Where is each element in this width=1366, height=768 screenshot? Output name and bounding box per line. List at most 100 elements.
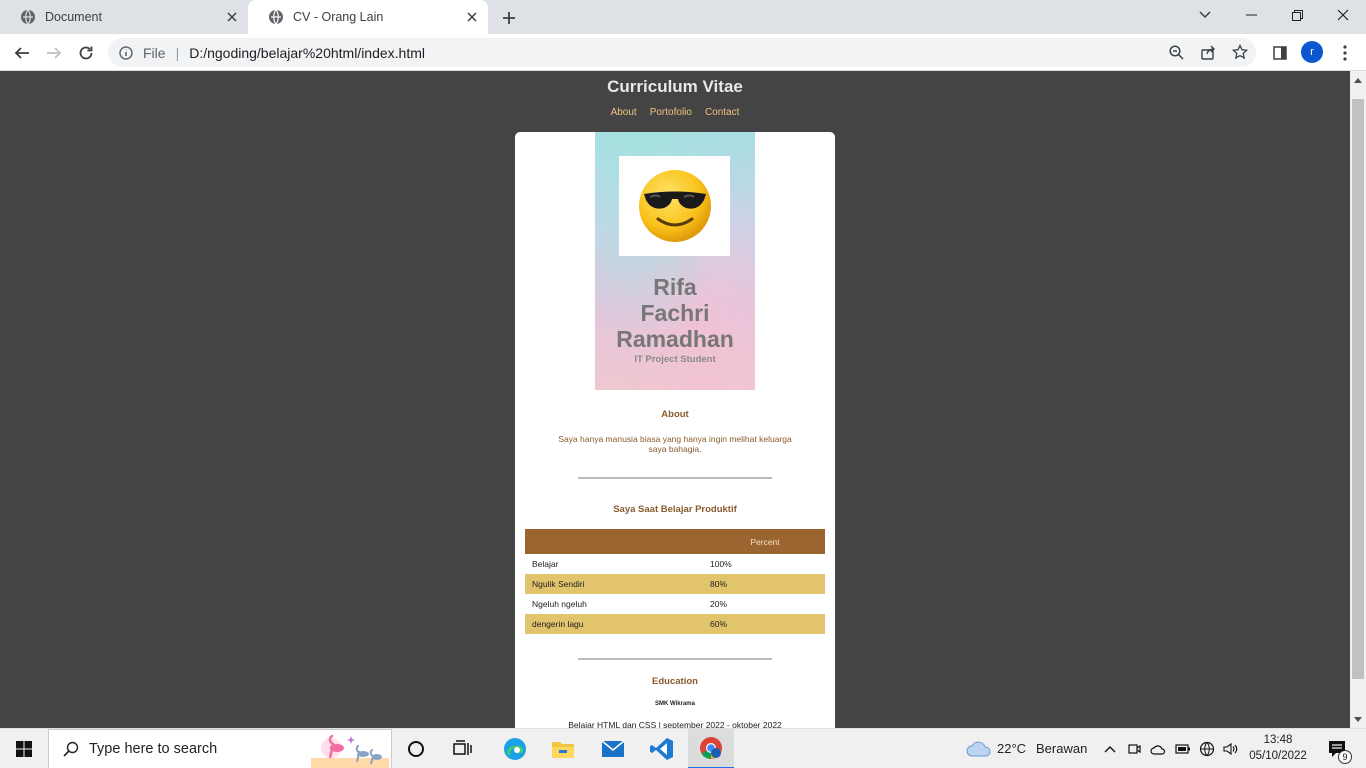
info-icon[interactable] (118, 45, 134, 61)
percent-cell: 100% (710, 559, 732, 569)
edge-taskbar-button[interactable] (493, 729, 537, 768)
hero-name: Rifa Fachri Ramadhan (595, 274, 755, 352)
nav-link-contact[interactable]: Contact (705, 107, 739, 118)
table-header-row: Percent (525, 529, 825, 554)
tab-title: CV - Orang Lain (293, 10, 384, 24)
side-panel-icon[interactable] (1270, 43, 1290, 63)
edge-icon (504, 738, 526, 760)
activity-cell: Belajar (532, 559, 559, 569)
cortana-button[interactable] (396, 729, 436, 768)
education-detail: Belajar HTML dan CSS | september 2022 - … (568, 720, 782, 728)
profile-photo (619, 156, 730, 256)
percent-cell: 80% (705, 574, 825, 594)
back-button[interactable] (8, 39, 36, 67)
taskbar-search-input[interactable]: Type here to search (48, 729, 392, 768)
percent-cell: 60% (705, 614, 825, 634)
clock-time: 13:48 (1263, 734, 1293, 746)
file-explorer-taskbar-button[interactable] (541, 729, 585, 768)
bookmark-star-icon[interactable] (1229, 41, 1251, 63)
system-clock[interactable]: 13:48 05/10/2022 (1240, 732, 1316, 764)
weather-condition[interactable]: Berawan (1036, 741, 1087, 756)
address-bar[interactable]: File | D:/ngoding/belajar%20html/index.h… (108, 38, 1256, 67)
clock-date: 05/10/2022 (1249, 750, 1307, 762)
restore-button[interactable] (1274, 0, 1320, 30)
forward-button[interactable] (40, 39, 68, 67)
nav-link-portofolio[interactable]: Portofolio (650, 107, 692, 118)
scrollbar-thumb[interactable] (1352, 99, 1364, 679)
task-view-button[interactable] (443, 729, 483, 768)
url-text[interactable]: D:/ngoding/belajar%20html/index.html (189, 45, 425, 61)
chevron-up-icon[interactable] (1101, 729, 1119, 768)
task-view-icon (453, 740, 472, 755)
tab-document[interactable]: Document (0, 0, 248, 34)
close-window-button[interactable] (1320, 0, 1366, 30)
menu-dots-icon[interactable] (1336, 42, 1354, 64)
minimize-button[interactable] (1228, 0, 1274, 30)
scroll-up-arrow-icon[interactable] (1354, 76, 1362, 84)
table-row: Ngeluh ngeluh 20% (525, 594, 825, 614)
notification-center-button[interactable]: 9 (1322, 729, 1352, 768)
weather-cloud-icon[interactable] (964, 729, 994, 768)
reload-button[interactable] (72, 39, 100, 67)
weather-temp[interactable]: 22°C (997, 741, 1026, 756)
meet-now-icon[interactable] (1125, 729, 1143, 768)
vertical-scrollbar[interactable] (1350, 71, 1366, 728)
windows-logo-icon (16, 741, 32, 757)
mail-taskbar-button[interactable] (591, 729, 635, 768)
activity-cell: dengerin lagu (525, 614, 705, 634)
hero-name-line: Ramadhan (616, 326, 734, 352)
mail-icon (601, 740, 625, 757)
network-globe-icon[interactable] (1197, 729, 1217, 768)
chrome-taskbar-button[interactable] (688, 729, 734, 768)
education-school: SMK Wikrama (655, 701, 695, 707)
about-text: Saya hanya manusia biasa yang hanya ingi… (558, 434, 792, 454)
cortana-circle-icon (408, 741, 424, 757)
vscode-taskbar-button[interactable] (640, 729, 684, 768)
page-viewport: Curriculum Vitae About Portofolio Contac… (0, 71, 1350, 728)
productivity-table: Percent Belajar 100% Ngulik Sendiri 80% … (525, 529, 825, 634)
table-row: Belajar 100% (525, 554, 825, 574)
cv-card: Rifa Fachri Ramadhan IT Project Student … (515, 132, 835, 728)
activity-cell: Ngulik Sendiri (525, 574, 705, 594)
security-label: File (143, 44, 166, 61)
site-nav: About Portofolio Contact (0, 107, 1350, 118)
tab-strip: Document CV - Orang Lain (0, 0, 1366, 34)
onedrive-cloud-icon[interactable] (1148, 729, 1168, 768)
tab-cv[interactable]: CV - Orang Lain (248, 0, 488, 34)
divider (578, 658, 772, 660)
search-placeholder: Type here to search (89, 741, 218, 757)
battery-icon[interactable] (1173, 729, 1193, 768)
zoom-icon[interactable] (1165, 41, 1187, 63)
scroll-down-arrow-icon[interactable] (1354, 715, 1362, 723)
share-icon[interactable] (1197, 41, 1219, 63)
hero-name-line: Rifa (653, 274, 697, 300)
tab-title: Document (45, 10, 102, 24)
close-icon[interactable] (224, 9, 240, 25)
education-heading: Education (652, 676, 698, 687)
column-header: Percent (705, 529, 825, 554)
hero-banner: Rifa Fachri Ramadhan IT Project Student (595, 132, 755, 390)
close-icon[interactable] (464, 9, 480, 25)
percent-cell: 20% (710, 599, 728, 609)
productive-heading: Saya Saat Belajar Produktif (613, 504, 737, 515)
new-tab-button[interactable] (498, 7, 520, 29)
nav-link-about[interactable]: About (611, 107, 637, 118)
start-button[interactable] (0, 729, 48, 768)
browser-toolbar: File | D:/ngoding/belajar%20html/index.h… (0, 34, 1366, 71)
table-row: dengerin lagu 60% (525, 614, 825, 634)
vscode-icon (650, 738, 673, 760)
notification-badge: 9 (1338, 750, 1352, 764)
folder-icon (552, 742, 574, 758)
address-separator: | (175, 44, 180, 61)
profile-avatar[interactable]: r (1301, 41, 1323, 63)
search-icon (63, 741, 79, 757)
taskbar: Type here to search 22°C Berawan 13:48 0… (0, 728, 1366, 768)
tab-search-chevron-icon[interactable] (1182, 0, 1228, 30)
page-title: Curriculum Vitae (607, 77, 743, 96)
hero-subtitle: IT Project Student (634, 354, 716, 365)
column-header (525, 529, 705, 554)
chrome-icon (700, 737, 722, 759)
volume-icon[interactable] (1220, 729, 1242, 768)
activity-cell: Ngeluh ngeluh (532, 599, 587, 609)
search-highlight-flamingo-icon (311, 732, 389, 768)
